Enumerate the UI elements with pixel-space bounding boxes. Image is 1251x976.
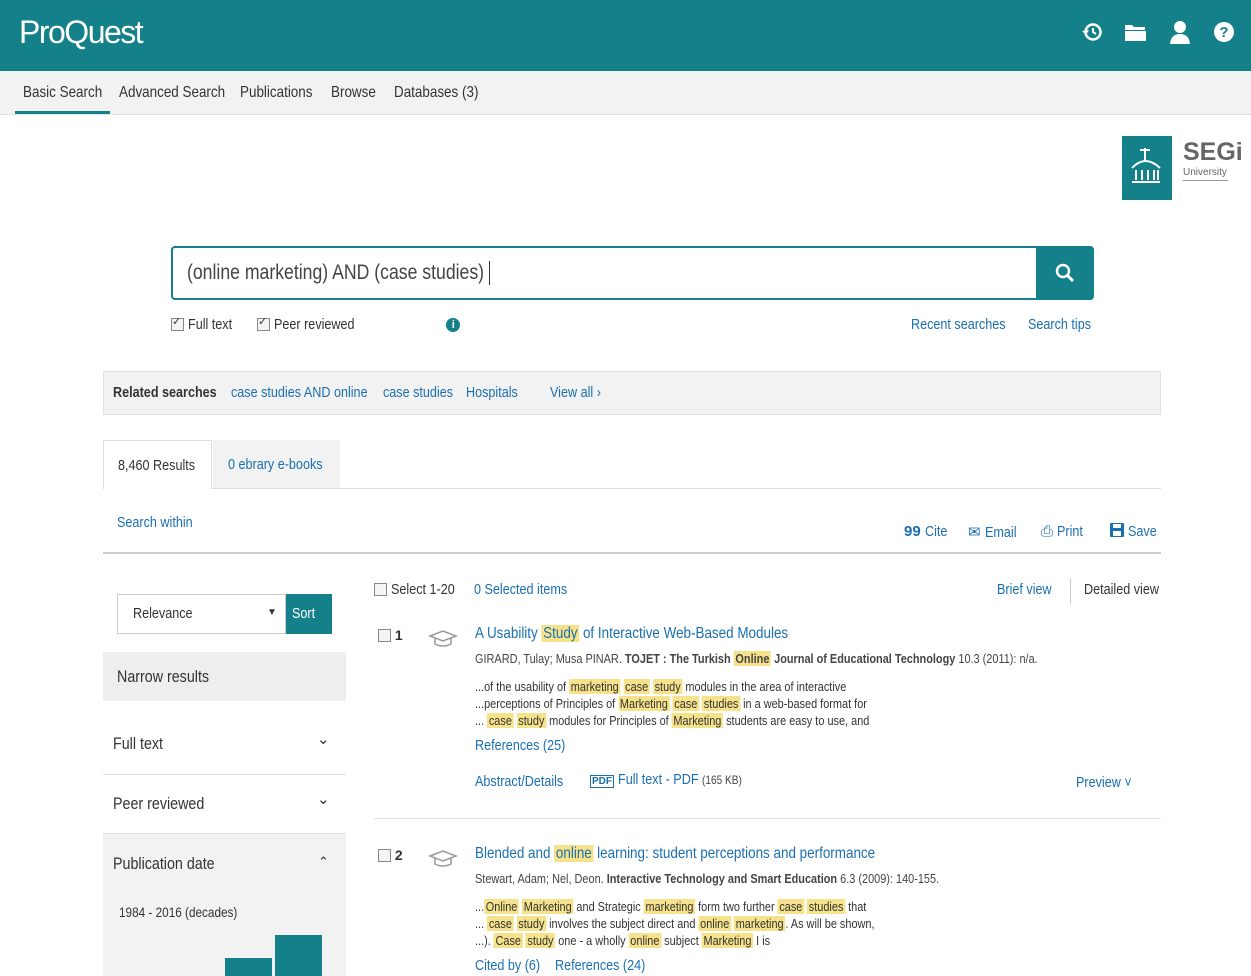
related-item-1[interactable]: case studies AND online	[231, 384, 368, 401]
toolbar-divider	[103, 552, 1161, 554]
result-1-title[interactable]: A Usability Study of Interactive Web-Bas…	[475, 625, 848, 643]
related-item-2[interactable]: case studies	[383, 384, 453, 401]
selected-items-link[interactable]: 0 Selected items	[474, 581, 585, 598]
peer-reviewed-checkbox[interactable]	[257, 315, 270, 331]
institution-logo: SEGi University	[1122, 136, 1243, 207]
result-1-abstract[interactable]: Abstract/Details	[475, 773, 580, 790]
tab-basic-search[interactable]: Basic Search	[15, 71, 110, 114]
result-2-select[interactable]: 2	[378, 847, 403, 863]
info-icon[interactable]: i	[446, 318, 461, 333]
peer-reviewed-option[interactable]: Peer reviewed i	[257, 315, 461, 333]
result-1-citation: GIRARD, Tulay; Musa PINAR. TOJET : The T…	[475, 651, 1038, 666]
related-label: Related searches	[113, 384, 217, 401]
facet-full-text[interactable]: Full text ⌄	[103, 716, 346, 775]
brief-view-link[interactable]: Brief view	[997, 581, 1062, 598]
result-checkbox[interactable]	[378, 848, 391, 862]
quote-icon: 99	[904, 523, 921, 540]
pdf-icon: PDF	[590, 775, 614, 788]
search-input[interactable]: (online marketing) AND (case studies)	[187, 248, 541, 298]
result-1-snippet: ...of the usability of marketing case st…	[475, 679, 870, 728]
tab-advanced-search[interactable]: Advanced Search	[119, 71, 245, 114]
envelope-icon: ✉	[968, 524, 981, 541]
institution-sub: University	[1183, 167, 1227, 178]
select-all-checkbox[interactable]	[374, 582, 387, 596]
date-histogram-bar[interactable]	[275, 935, 322, 976]
narrow-results-header: Narrow results	[103, 652, 346, 701]
folder-icon[interactable]	[1123, 18, 1149, 46]
result-2-citation: Stewart, Adam; Nel, Deon. Interactive Te…	[475, 871, 940, 886]
date-histogram-bar[interactable]	[225, 958, 272, 976]
scholarly-journal-icon	[428, 850, 458, 867]
tab-browse[interactable]: Browse	[331, 71, 384, 114]
result-checkbox[interactable]	[378, 628, 391, 642]
detailed-view-label[interactable]: Detailed view	[1084, 581, 1173, 598]
result-1-references[interactable]: References (25)	[475, 737, 583, 754]
search-icon	[1055, 263, 1075, 283]
tab-databases[interactable]: Databases (3)	[394, 71, 495, 114]
result-1-select[interactable]: 1	[378, 627, 403, 643]
chevron-down-icon: ⌄	[317, 731, 330, 748]
svg-text:?: ?	[1219, 24, 1228, 41]
top-bar: ProQuest ?	[0, 0, 1251, 71]
save-icon	[1110, 523, 1124, 537]
result-2-title[interactable]: Blended and online learning: student per…	[475, 845, 951, 863]
scholarly-journal-icon	[428, 630, 458, 647]
save-button[interactable]: Save	[1110, 523, 1162, 540]
dropdown-arrow-icon: ▼	[267, 607, 277, 618]
full-text-option[interactable]: Full text	[171, 315, 241, 333]
print-button[interactable]: ⎙ Print	[1041, 523, 1088, 540]
search-tips-link[interactable]: Search tips	[1028, 316, 1103, 333]
result-2-snippet: ... Online Marketing and Strategic market…	[475, 899, 875, 948]
facet-peer-reviewed[interactable]: Peer reviewed ⌄	[103, 775, 346, 834]
cite-button[interactable]: 99 Cite	[904, 523, 952, 540]
sort-button[interactable]: Sort	[286, 594, 332, 634]
result-1-pdf[interactable]: PDF Full text - PDF (165 KB)	[590, 771, 766, 788]
institution-name: SEGi	[1183, 138, 1243, 166]
chevron-up-icon: ⌃	[318, 854, 329, 869]
facet-publication-date[interactable]: Publication date ⌃ 1984 - 2016 (decades)	[103, 834, 346, 976]
select-all[interactable]: Select 1-20	[374, 581, 467, 598]
history-icon[interactable]	[1079, 18, 1105, 46]
view-all-link[interactable]: View all ›	[550, 384, 601, 401]
main-nav: Basic Search Advanced Search Publication…	[0, 71, 1251, 115]
related-searches: Related searches case studies AND online…	[103, 371, 1161, 415]
email-button[interactable]: ✉ Email	[968, 523, 1022, 541]
result-divider	[374, 818, 1161, 819]
chevron-down-icon: ⌄	[317, 791, 330, 808]
user-icon[interactable]	[1167, 18, 1193, 46]
printer-icon: ⎙	[1041, 523, 1054, 540]
search-box: (online marketing) AND (case studies)	[171, 246, 1094, 300]
tab-publications[interactable]: Publications	[240, 71, 326, 114]
help-icon[interactable]: ?	[1211, 18, 1237, 46]
sort-select[interactable]: Relevance ▼	[117, 594, 286, 634]
tab-results[interactable]: 8,460 Results	[103, 440, 212, 489]
full-text-checkbox[interactable]	[171, 315, 184, 331]
proquest-logo[interactable]: ProQuest	[19, 14, 144, 51]
date-range-label: 1984 - 2016 (decades)	[119, 904, 238, 920]
tab-ebooks[interactable]: 0 ebrary e-books	[213, 440, 340, 489]
result-2-cited-by[interactable]: Cited by (6)	[475, 957, 553, 974]
related-item-3[interactable]: Hospitals	[466, 384, 518, 401]
search-within-link[interactable]: Search within	[117, 514, 207, 531]
search-button[interactable]	[1036, 246, 1094, 300]
recent-searches-link[interactable]: Recent searches	[911, 316, 1024, 333]
result-2-references[interactable]: References (24)	[555, 957, 663, 974]
tab-divider	[103, 488, 1161, 489]
result-1-preview[interactable]: Preview ˅	[1076, 774, 1142, 791]
